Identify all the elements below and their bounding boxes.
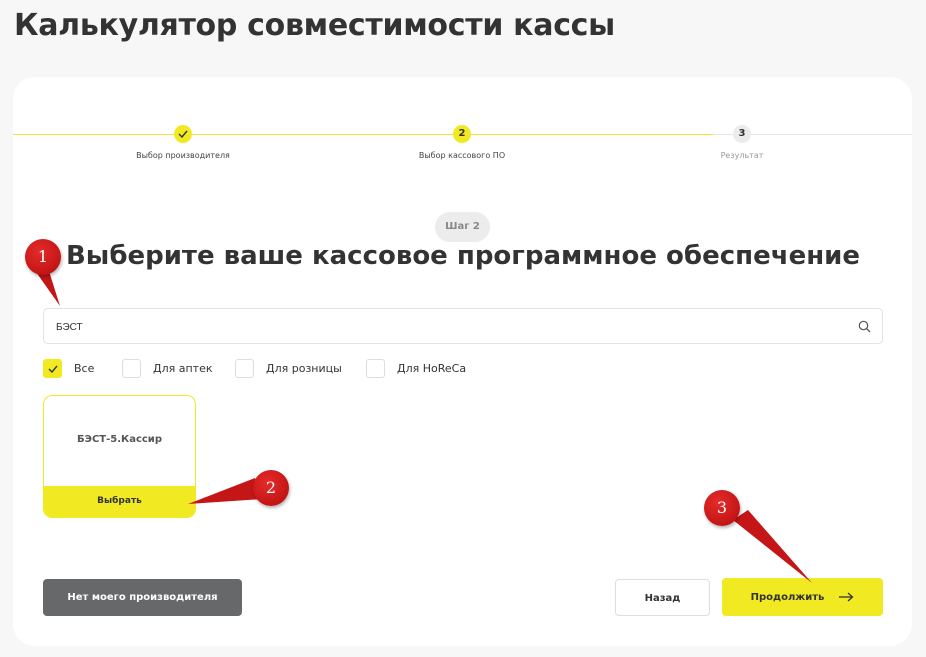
search-box <box>43 308 883 344</box>
search-icon[interactable] <box>858 320 871 333</box>
step-label: Выбор производителя <box>136 151 230 160</box>
filter-retail[interactable]: Для розницы <box>235 359 342 378</box>
product-name: БЭСТ-5.Кассир <box>77 434 162 445</box>
filter-label: Для HoReCa <box>397 362 467 375</box>
search-input[interactable] <box>56 318 836 336</box>
checkbox[interactable] <box>235 359 254 378</box>
main-heading: Выберите ваше кассовое программное обесп… <box>65 241 861 271</box>
step-label: Выбор кассового ПО <box>418 151 506 160</box>
annotation-marker-3: 3 <box>704 490 740 526</box>
filter-label: Для розницы <box>266 362 342 375</box>
filter-label: Все <box>74 362 95 375</box>
stepper-step-3: 3 Результат <box>642 125 842 160</box>
checkbox[interactable] <box>122 359 141 378</box>
filter-pharmacy[interactable]: Для аптек <box>122 359 213 378</box>
product-card[interactable]: БЭСТ-5.Кассир Выбрать <box>43 395 196 518</box>
filter-all[interactable]: Все <box>43 359 94 378</box>
back-button[interactable]: Назад <box>615 579 710 616</box>
checkbox-checked[interactable] <box>43 359 62 378</box>
step-number: 3 <box>733 125 751 143</box>
arrow-right-icon <box>839 592 854 602</box>
step-badge: Шаг 2 <box>435 212 490 242</box>
no-manufacturer-button[interactable]: Нет моего производителя <box>43 579 242 616</box>
checkbox[interactable] <box>366 359 385 378</box>
continue-label: Продолжить <box>750 591 825 603</box>
stepper-step-1[interactable]: Выбор производителя <box>83 125 283 160</box>
annotation-marker-2: 2 <box>253 470 289 506</box>
select-button[interactable]: Выбрать <box>44 486 195 517</box>
filter-label: Для аптек <box>153 362 213 375</box>
annotation-marker-1: 1 <box>25 239 61 275</box>
step-done-indicator <box>174 125 192 143</box>
filter-horeca[interactable]: Для HoReCa <box>366 359 466 378</box>
step-label: Результат <box>720 151 764 160</box>
stepper-step-2: 2 Выбор кассового ПО <box>362 125 562 160</box>
page-title: Калькулятор совместимости кассы <box>14 8 615 43</box>
checkmark-icon <box>48 365 58 373</box>
checkmark-icon <box>178 130 188 138</box>
continue-button[interactable]: Продолжить <box>722 578 883 616</box>
step-number: 2 <box>453 125 471 143</box>
